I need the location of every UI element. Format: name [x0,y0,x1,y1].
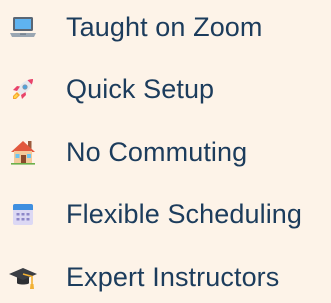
house-icon [8,137,38,167]
feature-item-taught-on-zoom: Taught on Zoom [0,3,331,53]
feature-label: Expert Instructors [66,262,280,292]
feature-label: Flexible Scheduling [66,199,303,229]
feature-label: Quick Setup [66,74,215,104]
feature-item-expert-instructors: Expert Instructors [0,253,331,303]
graduation-cap-icon [8,262,38,292]
feature-item-no-commuting: No Commuting [0,128,331,178]
feature-item-quick-setup: Quick Setup [0,65,331,115]
laptop-icon [8,12,38,42]
feature-list: Taught on Zoom Quick Setup No Commuting … [0,0,331,297]
feature-item-flexible-scheduling: Flexible Scheduling [0,190,331,240]
rocket-icon [8,74,38,104]
calendar-icon [8,199,38,229]
feature-label: Taught on Zoom [66,12,263,42]
feature-label: No Commuting [66,137,248,167]
